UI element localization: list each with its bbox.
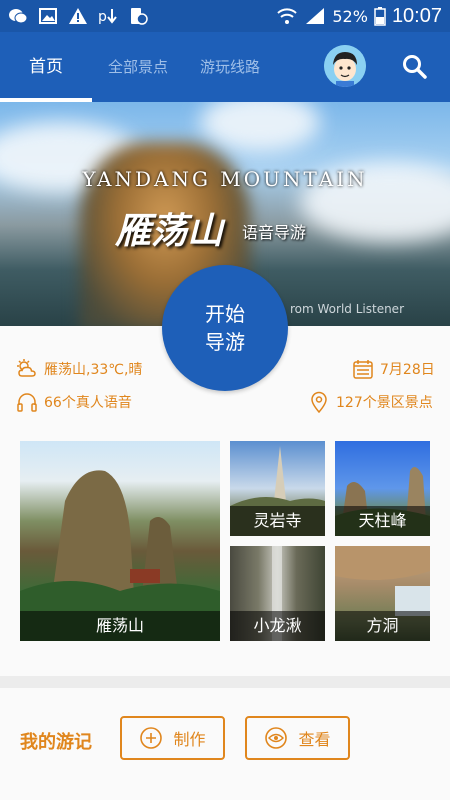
create-diary-button[interactable]: 制作 [120, 716, 225, 760]
warning-icon [69, 8, 87, 24]
weather-text: 雁荡山,33℃,晴 [44, 362, 143, 378]
svg-text:p: p [98, 9, 107, 25]
weather-sun-cloud-icon [17, 359, 36, 377]
clock: 10:07 [391, 4, 442, 27]
weather-info: 雁荡山,33℃,晴 [16, 358, 142, 380]
tab-routes[interactable]: 游玩线路 [184, 32, 276, 102]
eye-icon [265, 727, 288, 749]
start-tour-label-2: 导游 [205, 330, 245, 354]
tab-all-spots[interactable]: 全部景点 [92, 32, 184, 102]
voice-count-text: 66个真人语音 [44, 395, 132, 411]
spot-count-text: 127个景区景点 [336, 395, 433, 411]
battery-icon [374, 7, 386, 26]
headphones-icon [17, 393, 37, 412]
spot-label: 方洞 [335, 611, 430, 641]
tab-label: 游玩线路 [199, 58, 260, 76]
user-avatar[interactable] [324, 45, 366, 87]
wechat-icon [9, 9, 28, 24]
view-diary-button[interactable]: 查看 [245, 716, 350, 760]
status-bar: p 52% 10:07 [0, 0, 450, 32]
spot-label: 小龙湫 [230, 611, 325, 641]
search-icon[interactable] [402, 54, 428, 80]
create-label: 制作 [173, 730, 206, 749]
spot-tile-yandang[interactable]: 雁荡山 [20, 441, 220, 641]
spot-label: 灵岩寺 [230, 506, 325, 536]
add-circle-icon [140, 727, 163, 749]
app-bar: 首页 全部景点 游玩线路 [0, 32, 450, 102]
hero-credit: rom World Listener [290, 302, 404, 316]
tab-home[interactable]: 首页 [0, 32, 92, 102]
spot-label: 天柱峰 [335, 506, 430, 536]
start-tour-button[interactable]: 开始 导游 [162, 265, 288, 391]
hero-title-en: YANDANG MOUNTAIN [82, 167, 368, 191]
travel-diary-section: 我的游记 制作 查看 [0, 688, 450, 800]
spot-label: 雁荡山 [20, 611, 220, 641]
spot-tile-tianzhu-peak[interactable]: 天柱峰 [335, 441, 430, 536]
calendar-icon [353, 360, 373, 379]
location-pin-icon [311, 391, 327, 413]
hero-subtitle: 语音导游 [242, 223, 307, 242]
download-icon: p [98, 9, 117, 25]
spot-tile-fangdong[interactable]: 方洞 [335, 546, 430, 641]
diary-title: 我的游记 [20, 732, 92, 753]
view-label: 查看 [298, 730, 331, 749]
hero-title-cn: 雁荡山 [115, 210, 224, 252]
date-info: 7月28日 [352, 358, 435, 380]
date-text: 7月28日 [380, 362, 435, 378]
spot-tile-xiaolongqiu[interactable]: 小龙湫 [230, 546, 325, 641]
start-tour-label-1: 开始 [205, 302, 245, 326]
phone-timer-icon [131, 8, 148, 25]
image-icon [39, 8, 57, 24]
tab-label: 全部景点 [107, 58, 168, 76]
voice-info: 66个真人语音 [16, 391, 132, 413]
spots-info: 127个景区景点 [308, 391, 433, 413]
cloud-shape [200, 102, 320, 152]
battery-percent: 52% [332, 6, 368, 26]
spot-tile-lingyan-temple[interactable]: 灵岩寺 [230, 441, 325, 536]
wifi-icon [277, 8, 298, 24]
tab-label: 首页 [29, 57, 63, 77]
spots-grid: 雁荡山 灵岩寺 天柱峰 小龙湫 方洞 [20, 441, 432, 641]
signal-icon [306, 8, 325, 24]
